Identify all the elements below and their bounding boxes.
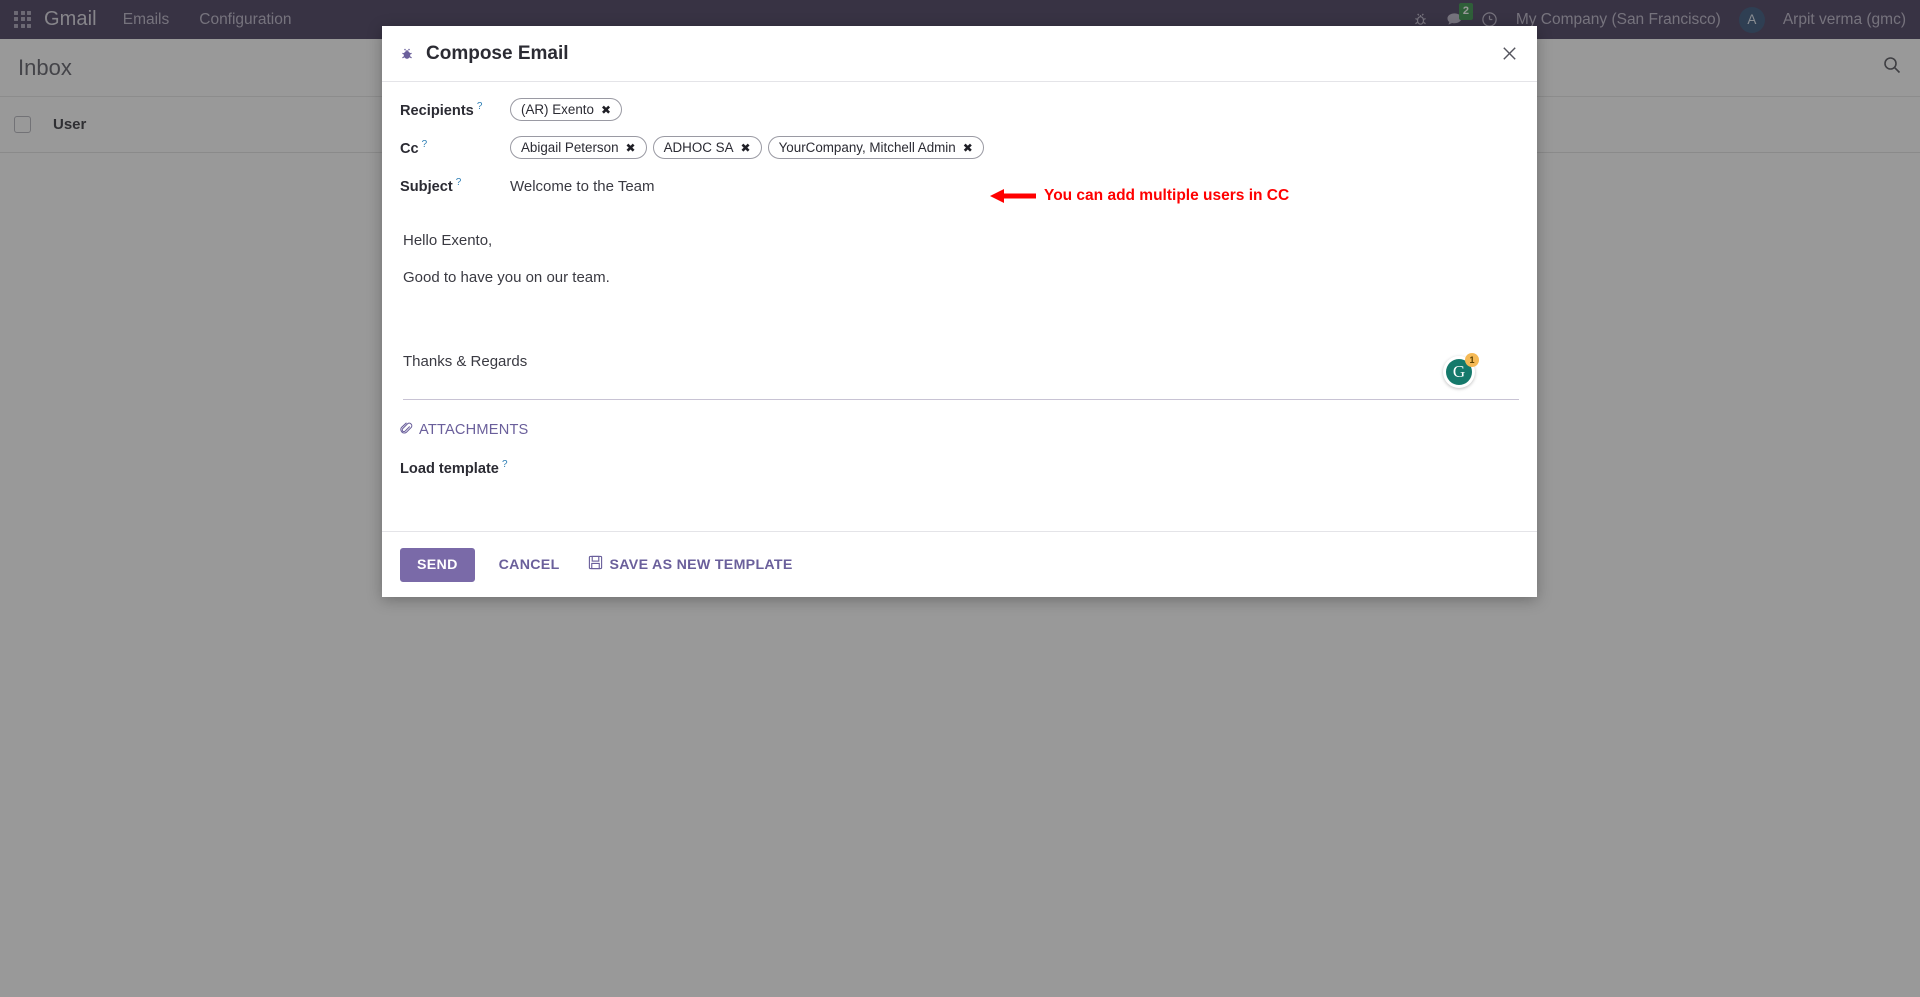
dialog-header: Compose Email: [382, 26, 1537, 82]
recipient-tag[interactable]: (AR) Exento ✖: [510, 98, 622, 121]
label-load-template: Load template?: [400, 459, 508, 477]
annotation-cc-note: You can add multiple users in CC: [990, 187, 1289, 205]
annotation-text: You can add multiple users in CC: [1044, 187, 1290, 204]
remove-tag-icon[interactable]: ✖: [601, 104, 611, 116]
cc-tag-label: Abigail Peterson: [521, 140, 619, 155]
field-row-recipients: Recipients? (AR) Exento ✖: [400, 96, 1519, 129]
remove-tag-icon[interactable]: ✖: [963, 142, 973, 154]
cc-tag-label: YourCompany, Mitchell Admin: [778, 140, 956, 155]
help-marker-load-template[interactable]: ?: [502, 459, 508, 470]
compose-email-dialog: Compose Email Recipients? (AR) Exento ✖: [382, 26, 1537, 597]
close-icon[interactable]: [1500, 44, 1519, 63]
field-row-cc: Cc? Abigail Peterson ✖ ADHOC SA ✖ YourCo…: [400, 134, 1519, 167]
recipients-input[interactable]: (AR) Exento ✖: [510, 96, 1519, 121]
field-row-load-template: Load template?: [400, 459, 1519, 477]
body-blank-space: [403, 304, 1519, 350]
floppy-disk-icon: [588, 555, 603, 574]
body-line-message: Good to have you on our team.: [403, 269, 610, 287]
help-marker-subject[interactable]: ?: [456, 177, 462, 188]
body-line-greeting: Hello Exento,: [403, 232, 493, 249]
recipient-tag-label: (AR) Exento: [521, 102, 594, 117]
body-divider: [403, 398, 1519, 400]
grammarly-count-badge: 1: [1465, 352, 1479, 367]
label-subject: Subject?: [400, 172, 510, 195]
help-marker-cc[interactable]: ?: [422, 139, 428, 150]
application-root: Gmail Emails Configuration: [0, 0, 1920, 997]
dialog-title: Compose Email: [426, 42, 569, 64]
cc-tag[interactable]: YourCompany, Mitchell Admin ✖: [767, 136, 984, 159]
bug-icon: [400, 47, 414, 61]
label-subject-text: Subject: [400, 178, 453, 195]
label-recipients: Recipients?: [400, 96, 510, 119]
subject-value: Welcome to the Team: [510, 178, 655, 195]
cc-tag[interactable]: Abigail Peterson ✖: [510, 136, 647, 159]
attachments-row: ATTACHMENTS: [400, 422, 1519, 439]
label-load-template-text: Load template: [400, 460, 499, 477]
label-recipients-text: Recipients: [400, 102, 474, 119]
dialog-footer: SEND CANCEL SAVE AS NEW TEMPLATE: [382, 531, 1537, 597]
dialog-body: Recipients? (AR) Exento ✖ Cc? Abigail Pe…: [382, 82, 1537, 531]
attachments-label: ATTACHMENTS: [419, 422, 529, 439]
label-cc: Cc?: [400, 134, 510, 157]
cc-tag[interactable]: ADHOC SA ✖: [652, 136, 762, 159]
paperclip-icon: [400, 422, 413, 439]
send-button[interactable]: SEND: [400, 547, 475, 582]
attachments-button[interactable]: ATTACHMENTS: [400, 422, 529, 439]
grammarly-icon[interactable]: G 1: [1443, 352, 1479, 388]
cc-tag-label: ADHOC SA: [663, 140, 734, 155]
help-marker-recipients[interactable]: ?: [477, 101, 483, 112]
email-body-editor[interactable]: Hello Exento, Good to have you on our te…: [400, 229, 1519, 400]
save-as-new-template-button[interactable]: SAVE AS NEW TEMPLATE: [584, 549, 797, 580]
remove-tag-icon[interactable]: ✖: [626, 142, 636, 154]
field-row-subject: Subject? Welcome to the Team: [400, 172, 1519, 205]
body-line-signature: Thanks & Regards: [403, 352, 528, 370]
label-cc-text: Cc: [400, 140, 419, 157]
left-arrow-icon: [990, 189, 1036, 203]
save-as-new-template-label: SAVE AS NEW TEMPLATE: [609, 556, 793, 573]
remove-tag-icon[interactable]: ✖: [741, 142, 751, 154]
cancel-button[interactable]: CANCEL: [495, 551, 564, 579]
cc-input[interactable]: Abigail Peterson ✖ ADHOC SA ✖ YourCompan…: [510, 134, 1519, 159]
